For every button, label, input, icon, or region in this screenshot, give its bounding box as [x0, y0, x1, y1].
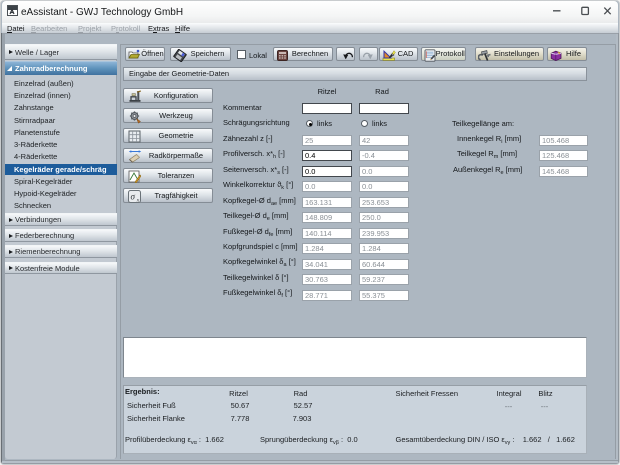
svg-text:σ: σ: [131, 192, 136, 202]
svg-text:x: x: [136, 198, 140, 204]
